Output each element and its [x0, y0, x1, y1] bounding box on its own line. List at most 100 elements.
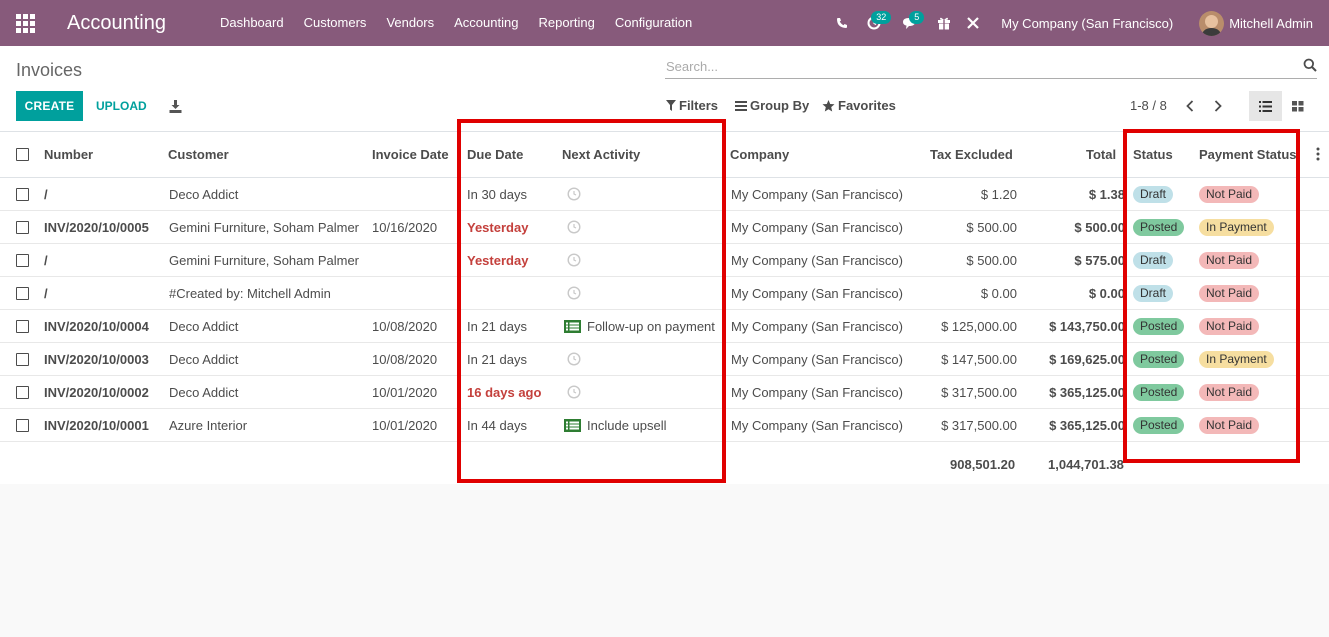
- cell-tax-excluded: $ 317,500.00: [941, 385, 1017, 400]
- cell-tax-excluded: $ 147,500.00: [941, 352, 1017, 367]
- group-by-button[interactable]: Group By: [735, 98, 809, 113]
- cell-tax-excluded: $ 500.00: [966, 253, 1017, 268]
- cell-company: My Company (San Francisco): [731, 352, 903, 367]
- company-switcher[interactable]: My Company (San Francisco): [1001, 16, 1173, 31]
- cell-customer: Deco Addict: [169, 319, 239, 334]
- row-checkbox[interactable]: [16, 188, 29, 201]
- debug-tools-icon[interactable]: [959, 0, 987, 46]
- column-number[interactable]: Number: [44, 147, 93, 162]
- clock-icon[interactable]: [567, 187, 581, 201]
- menu-configuration[interactable]: Configuration: [605, 0, 702, 46]
- table-row[interactable]: INV/2020/10/0005 Gemini Furniture, Soham …: [0, 211, 1329, 244]
- clock-icon[interactable]: [567, 220, 581, 234]
- bars-icon: [735, 100, 747, 111]
- cell-next-activity: Include upsell: [587, 418, 667, 433]
- cell-due-date: Yesterday: [467, 220, 529, 235]
- kanban-view-icon[interactable]: [1281, 91, 1314, 121]
- activity-clock-icon[interactable]: 32: [859, 0, 892, 46]
- table-row[interactable]: / Deco Addict In 30 days My Company (San Fr…: [0, 178, 1329, 211]
- search-icon[interactable]: [1303, 58, 1317, 72]
- status-badge: Posted: [1133, 318, 1185, 335]
- activity-todo-icon[interactable]: [564, 320, 581, 333]
- activity-todo-icon[interactable]: [564, 419, 581, 432]
- menu-dashboard[interactable]: Dashboard: [210, 0, 294, 46]
- create-button[interactable]: CREATE: [16, 91, 83, 121]
- cell-company: My Company (San Francisco): [731, 187, 903, 202]
- column-total[interactable]: Total: [1086, 147, 1116, 162]
- activity-count-badge: 32: [871, 11, 892, 24]
- row-checkbox[interactable]: [16, 386, 29, 399]
- cell-company: My Company (San Francisco): [731, 319, 903, 334]
- search-input[interactable]: [665, 55, 1285, 77]
- cell-number: /: [44, 286, 48, 301]
- user-menu[interactable]: Mitchell Admin: [1199, 10, 1313, 36]
- column-tax-excluded[interactable]: Tax Excluded: [930, 147, 1013, 162]
- table-row[interactable]: / #Created by: Mitchell Admin My Company (…: [0, 277, 1329, 310]
- pager-value[interactable]: 1-8 / 8: [1130, 98, 1167, 113]
- menu-accounting[interactable]: Accounting: [444, 0, 528, 46]
- gift-icon[interactable]: [929, 0, 959, 46]
- column-due-date[interactable]: Due Date: [467, 147, 523, 162]
- cell-company: My Company (San Francisco): [731, 418, 903, 433]
- messages-icon[interactable]: 5: [889, 0, 929, 46]
- column-customer[interactable]: Customer: [168, 147, 229, 162]
- status-badge: Posted: [1133, 384, 1185, 401]
- cell-customer: #Created by: Mitchell Admin: [169, 286, 331, 301]
- phone-icon[interactable]: [825, 0, 859, 46]
- column-payment-status[interactable]: Payment Status: [1199, 147, 1297, 162]
- cell-total: $ 0.00: [1088, 286, 1125, 301]
- cell-invoice-date: 10/01/2020: [372, 385, 438, 400]
- grand-total: 1,044,701.38: [1048, 457, 1124, 472]
- star-icon: [822, 99, 835, 112]
- favorites-button[interactable]: Favorites: [822, 98, 896, 113]
- cell-invoice-date: 10/08/2020: [372, 319, 438, 334]
- table-row[interactable]: INV/2020/10/0003 Deco Addict 10/08/2020 In …: [0, 343, 1329, 376]
- cell-total: $ 365,125.00: [1049, 418, 1125, 433]
- menu-reporting[interactable]: Reporting: [528, 0, 604, 46]
- row-checkbox[interactable]: [16, 353, 29, 366]
- clock-icon[interactable]: [567, 286, 581, 300]
- payment-status-badge: Not Paid: [1199, 384, 1260, 401]
- column-status[interactable]: Status: [1133, 147, 1173, 162]
- menu-vendors[interactable]: Vendors: [376, 0, 444, 46]
- message-count-badge: 5: [909, 11, 925, 24]
- clock-icon[interactable]: [567, 385, 581, 399]
- table-row[interactable]: INV/2020/10/0004 Deco Addict 10/08/2020 In …: [0, 310, 1329, 343]
- invoice-list: Number Customer Invoice Date Due Date Ne…: [0, 132, 1329, 484]
- control-panel: Invoices CREATE UPLOAD Filters Group By …: [0, 46, 1329, 132]
- row-checkbox[interactable]: [16, 320, 29, 333]
- row-checkbox[interactable]: [16, 221, 29, 234]
- pager-next-icon[interactable]: [1210, 97, 1226, 115]
- cell-due-date: 16 days ago: [467, 385, 542, 400]
- upload-button[interactable]: UPLOAD: [90, 91, 153, 121]
- payment-status-badge: Not Paid: [1199, 318, 1260, 335]
- row-checkbox[interactable]: [16, 287, 29, 300]
- cell-number: INV/2020/10/0004: [44, 319, 149, 334]
- cell-number: INV/2020/10/0001: [44, 418, 149, 433]
- avatar: [1199, 10, 1225, 36]
- filters-button[interactable]: Filters: [666, 98, 718, 113]
- list-view-icon[interactable]: [1249, 91, 1282, 121]
- user-name: Mitchell Admin: [1229, 15, 1313, 31]
- cell-customer: Gemini Furniture, Soham Palmer: [169, 220, 360, 235]
- pager-previous-icon[interactable]: [1182, 97, 1198, 115]
- cell-number: INV/2020/10/0005: [44, 220, 149, 235]
- column-next-activity[interactable]: Next Activity: [562, 147, 640, 162]
- row-checkbox[interactable]: [16, 419, 29, 432]
- column-invoice-date[interactable]: Invoice Date: [372, 147, 449, 162]
- apps-menu-icon[interactable]: [0, 0, 50, 46]
- table-row[interactable]: / Gemini Furniture, Soham Palmer Yesterday…: [0, 244, 1329, 277]
- optional-columns-icon[interactable]: [1314, 147, 1322, 161]
- filters-label: Filters: [679, 98, 719, 113]
- table-row[interactable]: INV/2020/10/0002 Deco Addict 10/01/2020 16 …: [0, 376, 1329, 409]
- row-checkbox[interactable]: [16, 254, 29, 267]
- select-all-checkbox[interactable]: [16, 148, 29, 161]
- column-company[interactable]: Company: [730, 147, 789, 162]
- clock-icon[interactable]: [567, 253, 581, 267]
- table-row[interactable]: INV/2020/10/0001 Azure Interior 10/01/2020…: [0, 409, 1329, 442]
- clock-icon[interactable]: [567, 352, 581, 366]
- download-icon[interactable]: [166, 97, 184, 115]
- cell-due-date: In 21 days: [467, 352, 527, 367]
- group-by-label: Group By: [750, 98, 810, 113]
- menu-customers[interactable]: Customers: [294, 0, 377, 46]
